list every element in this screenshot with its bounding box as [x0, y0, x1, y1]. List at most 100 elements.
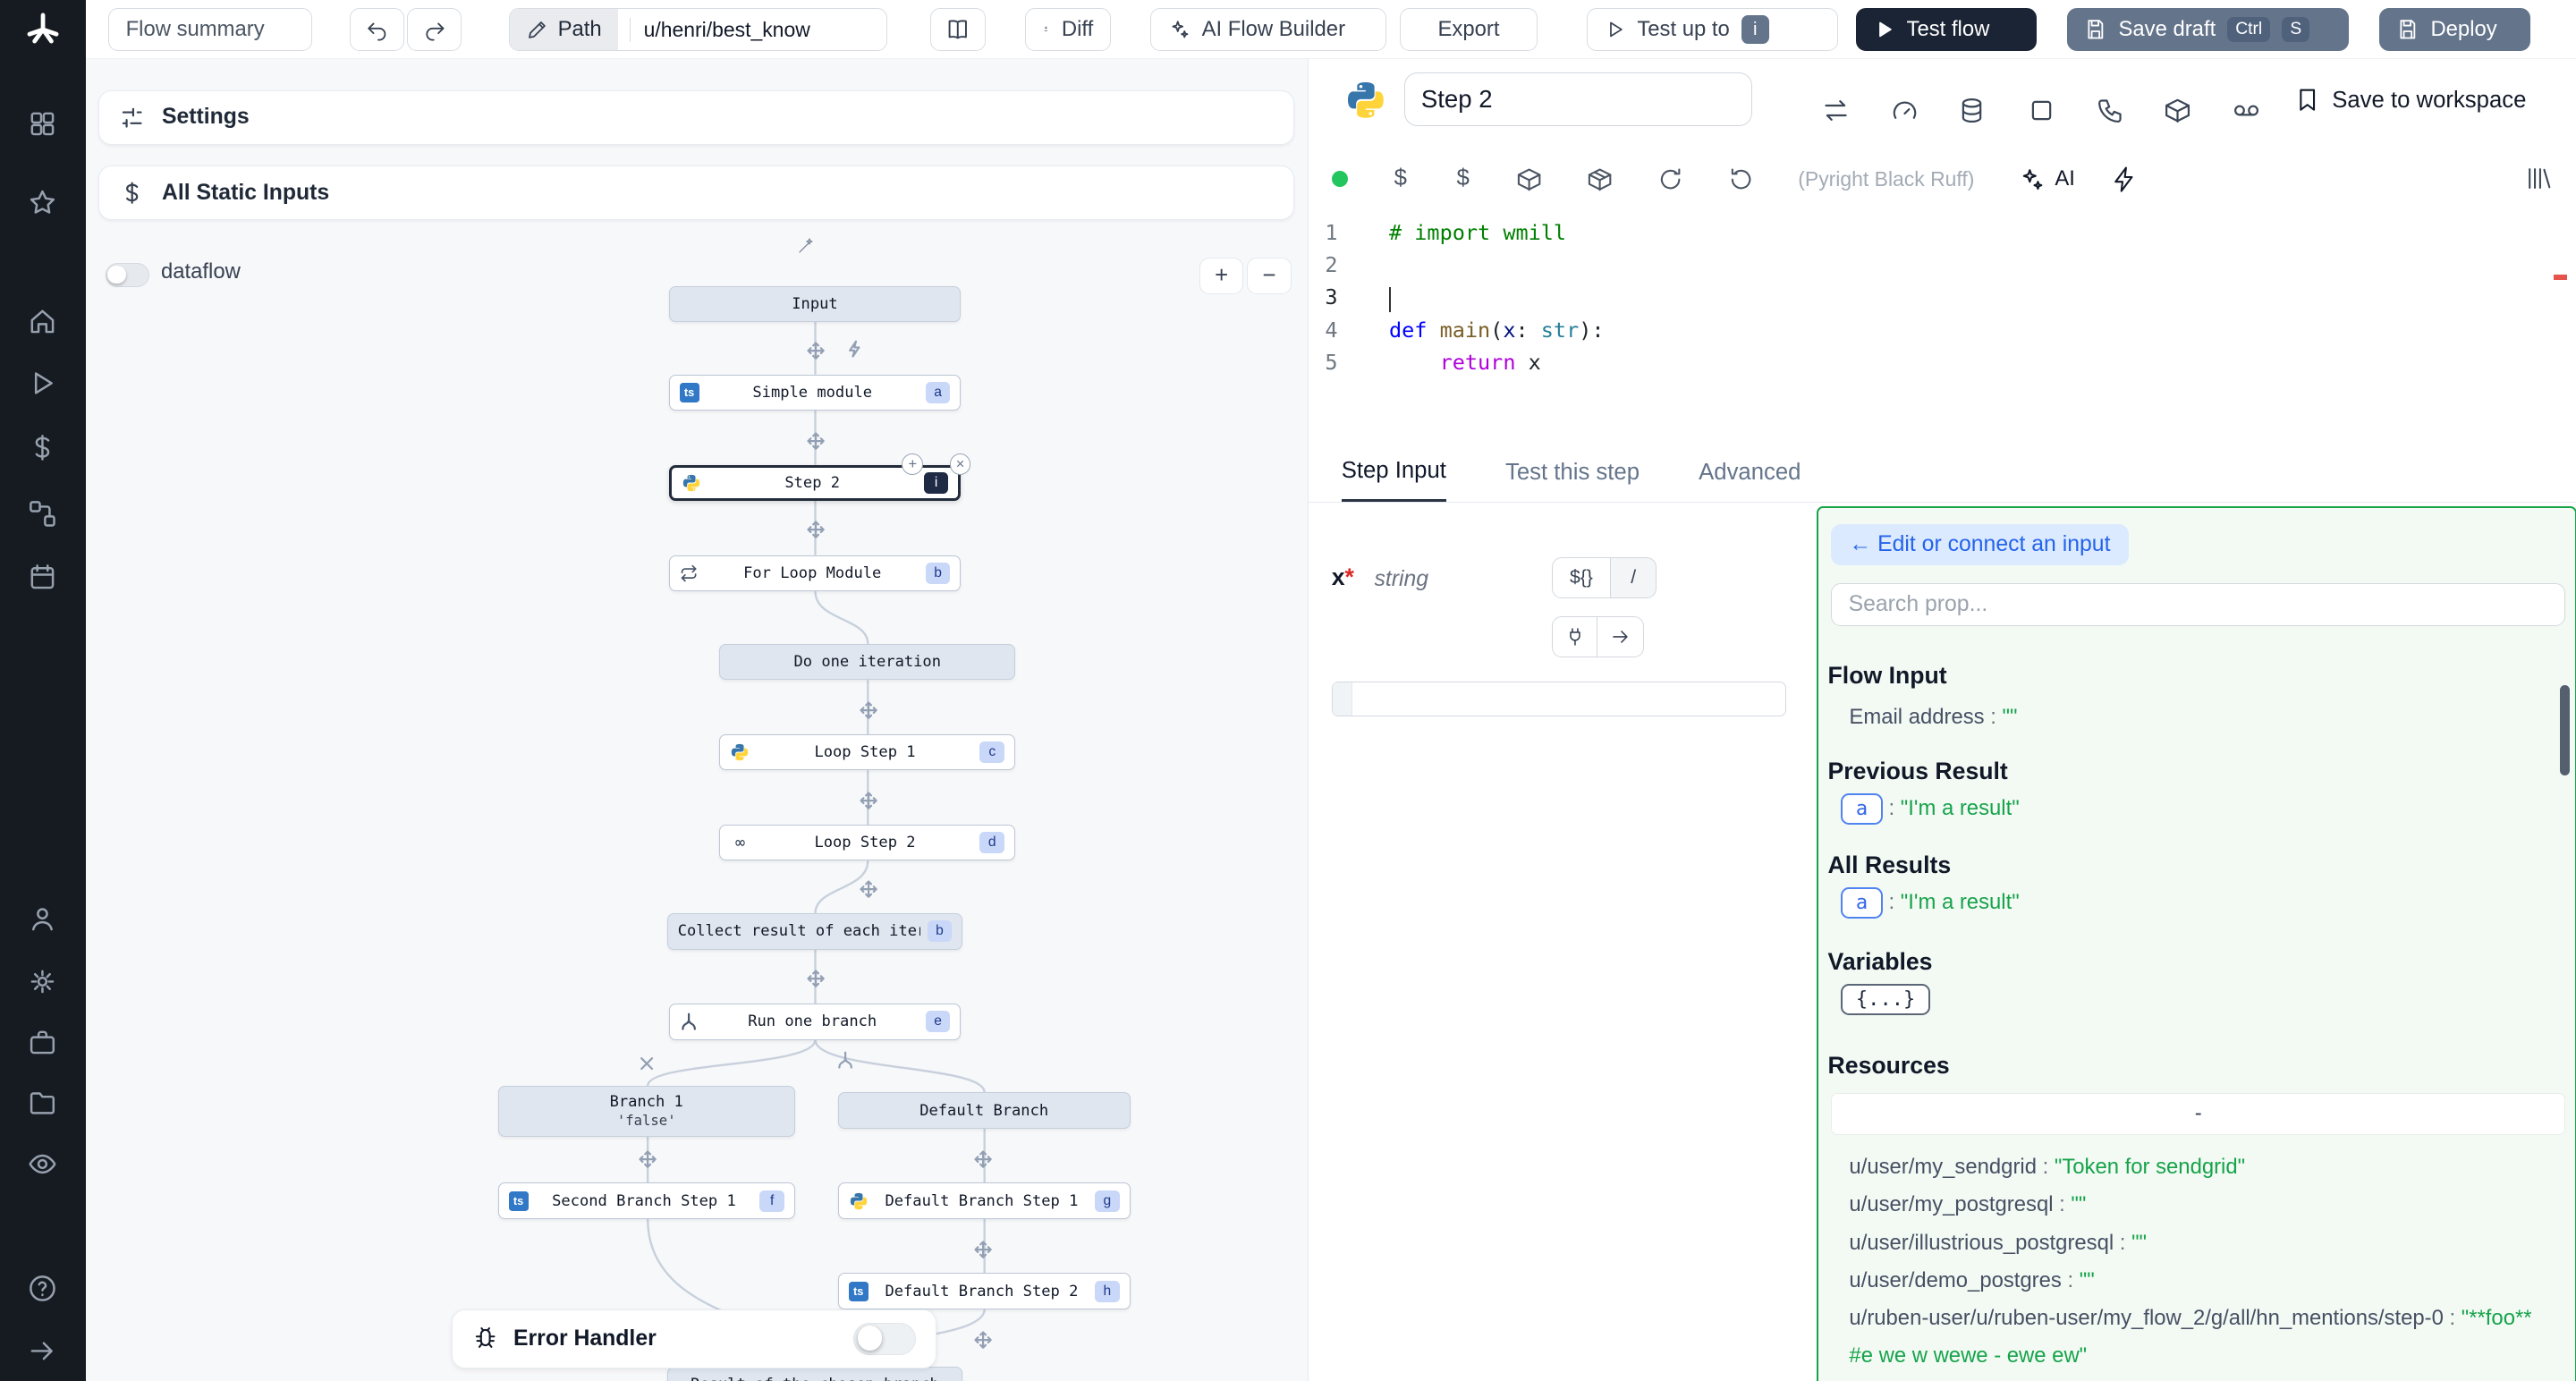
zoom-in-button[interactable]: +: [1199, 258, 1244, 293]
docs-book-button[interactable]: [930, 8, 986, 51]
flow-summary-button[interactable]: Flow summary: [108, 8, 312, 51]
grid-icon[interactable]: [27, 108, 58, 140]
resource-row[interactable]: u/user/illustrious_postgresql : "": [1849, 1224, 2546, 1262]
lang-tools-label[interactable]: (Pyright Black Ruff): [1798, 167, 1974, 191]
ai-label[interactable]: AI: [2055, 166, 2075, 191]
arg-value-input[interactable]: [1332, 682, 1787, 716]
dollar-icon[interactable]: $: [1453, 165, 1473, 193]
insert-step-icon[interactable]: [974, 1241, 992, 1258]
insert-step-icon[interactable]: [860, 880, 877, 898]
insert-step-icon[interactable]: [860, 701, 877, 719]
flow-node-default-branch-step2[interactable]: ts Default Branch Step 2 h: [838, 1273, 1131, 1309]
gauge-icon[interactable]: [1890, 96, 1919, 125]
phone-icon[interactable]: [2096, 96, 2125, 125]
ai-wand-icon[interactable]: [795, 235, 817, 257]
flow-node-simple-module[interactable]: ts Simple module a: [669, 375, 962, 411]
sparkles-icon[interactable]: [2017, 165, 2045, 193]
help-icon[interactable]: [27, 1273, 58, 1304]
zap-icon[interactable]: [2111, 165, 2139, 193]
flow-node-do-one-iteration[interactable]: Do one iteration: [719, 644, 1015, 680]
edit-or-connect-button[interactable]: ← Edit or connect an input: [1831, 524, 2128, 565]
path-button[interactable]: Path: [510, 9, 618, 50]
all-results-row[interactable]: a : "I'm a result": [1841, 887, 2019, 919]
workflows-icon[interactable]: [27, 498, 58, 530]
insert-after-icon[interactable]: +: [902, 453, 923, 475]
resource-row[interactable]: u/user/my_postgresql : "": [1849, 1186, 2546, 1224]
flow-input-row[interactable]: Email address : "": [1849, 705, 2017, 730]
save-draft-button[interactable]: Save draft Ctrl S: [2067, 8, 2350, 51]
package-icon[interactable]: [1586, 165, 1614, 193]
flow-node-run-one-branch[interactable]: Run one branch e: [669, 1004, 962, 1039]
step-name-input[interactable]: [1404, 72, 1752, 127]
tab-advanced[interactable]: Advanced: [1699, 444, 1801, 502]
undo-button[interactable]: [350, 8, 404, 51]
variables-chip[interactable]: {...}: [1841, 984, 1930, 1015]
insert-step-icon[interactable]: [860, 792, 877, 809]
tab-step-input[interactable]: Step Input: [1342, 444, 1446, 502]
path-input[interactable]: [630, 18, 886, 42]
insert-step-icon[interactable]: [807, 970, 825, 987]
swap-arrows-icon[interactable]: [1821, 96, 1851, 125]
expand-sidebar-icon[interactable]: [27, 1335, 58, 1367]
insert-step-icon[interactable]: [807, 342, 825, 360]
runs-icon[interactable]: [27, 368, 58, 399]
voicemail-icon[interactable]: [2232, 96, 2261, 125]
flow-node-for-loop[interactable]: For Loop Module b: [669, 555, 962, 591]
settings-row[interactable]: Settings: [98, 90, 1294, 145]
flow-node-branch1[interactable]: Branch 1 'false': [498, 1086, 795, 1137]
user-icon[interactable]: [27, 903, 58, 935]
remove-step-icon[interactable]: ×: [950, 453, 971, 475]
variables-icon[interactable]: [27, 432, 58, 463]
test-flow-button[interactable]: Test flow: [1856, 8, 2037, 51]
resources-collapsed[interactable]: -: [1831, 1093, 2565, 1136]
flow-node-input[interactable]: Input: [669, 286, 962, 322]
prop-search-input[interactable]: [1831, 583, 2565, 626]
history-icon[interactable]: [1727, 165, 1755, 193]
dollar-icon[interactable]: $: [1391, 165, 1411, 193]
ai-flow-builder-button[interactable]: AI Flow Builder: [1150, 8, 1386, 51]
settings-gear-icon[interactable]: [27, 966, 58, 997]
previous-result-row[interactable]: a : "I'm a result": [1841, 793, 2019, 825]
test-up-to-button[interactable]: Test up to i: [1587, 8, 1838, 51]
box-icon[interactable]: [2163, 96, 2192, 125]
star-icon[interactable]: [27, 187, 58, 218]
schedules-icon[interactable]: [27, 562, 58, 593]
code-editor[interactable]: 12345 # import wmilldef main(x: str): re…: [1309, 210, 2576, 444]
folder-icon[interactable]: [27, 1088, 58, 1119]
panel-scrollbar[interactable]: [2560, 685, 2570, 775]
square-icon[interactable]: [2027, 96, 2056, 125]
flow-node-second-branch-step1[interactable]: ts Second Branch Step 1 f: [498, 1182, 795, 1218]
trigger-zap-icon[interactable]: [846, 340, 864, 358]
database-icon[interactable]: [1957, 96, 1987, 125]
template-mode-button[interactable]: ${}: [1552, 557, 1611, 598]
insert-step-icon[interactable]: [807, 521, 825, 538]
flow-node-default-branch[interactable]: Default Branch: [838, 1092, 1131, 1128]
remove-branch-icon[interactable]: [638, 1055, 656, 1072]
package-icon[interactable]: [1515, 165, 1543, 193]
eye-icon[interactable]: [27, 1148, 58, 1180]
deploy-button[interactable]: Deploy: [2379, 8, 2530, 51]
diff-button[interactable]: Diff: [1025, 8, 1111, 51]
insert-step-icon[interactable]: [974, 1331, 992, 1349]
add-branch-icon[interactable]: [836, 1051, 854, 1069]
briefcase-icon[interactable]: [27, 1027, 58, 1058]
home-icon[interactable]: [27, 306, 58, 337]
zoom-out-button[interactable]: −: [1247, 258, 1292, 293]
library-icon[interactable]: [2525, 165, 2553, 192]
resource-row[interactable]: u/ruben-user/u/ruben-user/my_flow_2/g/al…: [1849, 1300, 2546, 1376]
insert-step-icon[interactable]: [974, 1150, 992, 1168]
resource-row[interactable]: u/user/my_sendgrid : "Token for sendgrid…: [1849, 1148, 2546, 1186]
code-mode-button[interactable]: /: [1611, 557, 1657, 598]
insert-step-icon[interactable]: [807, 432, 825, 450]
error-handler-toggle[interactable]: [853, 1323, 916, 1356]
redo-button[interactable]: [407, 8, 462, 51]
variables-row[interactable]: {...}: [1841, 984, 1930, 1015]
flow-node-loop-step1[interactable]: Loop Step 1 c: [719, 734, 1015, 770]
export-button[interactable]: Export: [1400, 8, 1538, 51]
flow-node-loop-step2[interactable]: ∞ Loop Step 2 d: [719, 825, 1015, 860]
result-chip[interactable]: a: [1841, 793, 1883, 825]
save-to-workspace-button[interactable]: Save to workspace: [2294, 87, 2526, 113]
resize-grip[interactable]: [1333, 682, 1352, 716]
insert-step-icon[interactable]: [639, 1150, 657, 1168]
resource-row[interactable]: u/user/demo_postgres : "": [1849, 1262, 2546, 1300]
